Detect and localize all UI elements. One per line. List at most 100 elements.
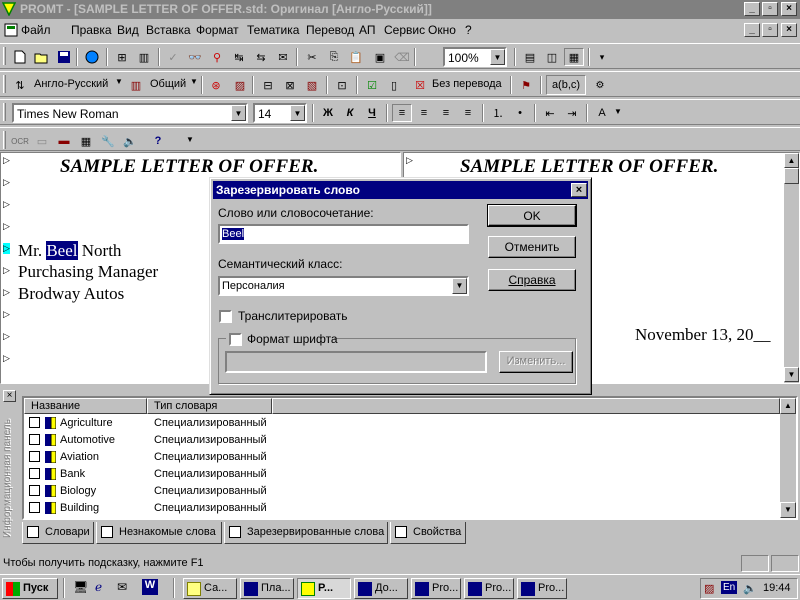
chevron-down-icon[interactable]: ▼ <box>614 107 622 116</box>
split-icon[interactable]: ▥ <box>134 48 154 66</box>
taskbar-item-promt[interactable]: P... <box>297 578 351 599</box>
ocr-button[interactable]: OCR <box>10 132 30 150</box>
menu-view[interactable]: Вид <box>117 23 139 37</box>
list-scrollbar[interactable]: ▲ ▼ <box>780 398 796 518</box>
menu-edit[interactable]: Правка <box>71 23 112 37</box>
dictionary-list[interactable]: Название Тип словаря Agriculture Специал… <box>22 396 798 520</box>
font-format-label[interactable]: Формат шрифта <box>247 332 338 346</box>
scan-icon[interactable]: ▭ <box>32 132 52 150</box>
semantic-class-select[interactable]: Персоналия ▼ <box>218 276 469 296</box>
transliterate-checkbox[interactable] <box>219 310 232 323</box>
tab-reserved-words[interactable]: Зарезервированные слова <box>224 522 388 544</box>
taskbar-item-word-2[interactable]: До... <box>354 578 408 599</box>
tab-properties[interactable]: Свойства <box>390 522 466 544</box>
chevron-down-icon[interactable]: ▼ <box>452 278 467 294</box>
quick-launch-desktop-icon[interactable]: 🖥 <box>73 580 88 594</box>
taskbar-item-word-4[interactable]: Pro... <box>464 578 514 599</box>
vertical-scrollbar[interactable]: ▲ ▼ <box>784 153 799 383</box>
bold-button[interactable]: Ж <box>318 104 338 122</box>
translate-settings-icon[interactable]: ⊛ <box>206 76 226 94</box>
translate-word-icon[interactable]: ⊡ <box>332 76 352 94</box>
dictionary-checkbox[interactable] <box>29 485 40 496</box>
scroll-up-icon[interactable]: ▲ <box>784 153 799 168</box>
paragraph-marker-active[interactable]: ▷ <box>3 243 10 254</box>
align-center-icon[interactable]: ≡ <box>414 104 434 122</box>
cancel-button[interactable]: Отменить <box>488 236 576 258</box>
paste-special-icon[interactable]: ▣ <box>370 48 390 66</box>
maximize-button[interactable]: ▫ <box>762 2 778 16</box>
help-button[interactable]: Справка <box>488 269 576 291</box>
paragraph-marker[interactable]: ▷ <box>3 353 10 364</box>
window-title-bar[interactable]: PROMT - [SAMPLE LETTER OF OFFER.std: Ори… <box>0 0 800 19</box>
dialog-title-bar[interactable]: Зарезервировать слово × <box>213 181 588 199</box>
dictionary-checkbox[interactable] <box>29 468 40 479</box>
ie-icon[interactable]: ℯ <box>95 580 102 594</box>
chevron-down-icon[interactable]: ▼ <box>186 135 194 144</box>
menu-translate[interactable]: Перевод <box>306 23 354 37</box>
paragraph-marker[interactable]: ▷ <box>3 265 10 276</box>
italic-button[interactable]: К <box>340 104 360 122</box>
column-header-name[interactable]: Название <box>24 398 147 414</box>
list-item[interactable]: Aviation Специализированный <box>24 449 780 466</box>
tray-app-icon[interactable]: ▨ <box>704 582 714 595</box>
dictionary-checkbox[interactable] <box>29 502 40 513</box>
layout-icon[interactable]: ⊞ <box>112 48 132 66</box>
toolbar-grip[interactable] <box>3 47 6 65</box>
menu-file[interactable]: Файл <box>21 23 51 37</box>
paragraph-marker[interactable]: ▷ <box>3 199 10 210</box>
paragraph-marker[interactable]: ▷ <box>3 177 10 188</box>
taskbar-item-folder[interactable]: Са... <box>183 578 237 599</box>
align-left-icon[interactable]: ≡ <box>392 104 412 122</box>
list-item[interactable]: Bank Специализированный <box>24 466 780 483</box>
close-icon[interactable]: × <box>571 183 587 197</box>
translate-paragraph-icon[interactable]: ⊠ <box>280 76 300 94</box>
calculator-icon[interactable]: ▦ <box>76 132 96 150</box>
bullet-list-icon[interactable]: • <box>510 104 530 122</box>
dictionary-icon[interactable]: ▨ <box>230 76 250 94</box>
underline-button[interactable]: Ч <box>362 104 382 122</box>
toolbar-options-icon[interactable]: ▾ <box>592 48 612 66</box>
chevron-down-icon[interactable]: ▼ <box>290 105 305 121</box>
paragraph-marker[interactable]: ▷ <box>3 221 10 232</box>
doc-close-button[interactable]: × <box>781 23 797 37</box>
align-right-icon[interactable]: ≡ <box>436 104 456 122</box>
whats-this-icon[interactable]: ? <box>148 132 168 150</box>
chevron-down-icon[interactable]: ▼ <box>490 49 505 65</box>
find-icon[interactable]: 👓 <box>185 48 205 66</box>
menu-insert[interactable]: Вставка <box>146 23 191 37</box>
outdent-icon[interactable]: ⇤ <box>540 104 560 122</box>
word-icon[interactable]: W <box>142 579 158 595</box>
font-color-icon[interactable]: A <box>592 104 612 122</box>
translate-sentence-icon[interactable]: ▧ <box>302 76 322 94</box>
close-button[interactable]: × <box>781 2 797 16</box>
start-button[interactable]: Пуск <box>2 578 58 599</box>
transliterate-label[interactable]: Транслитерировать <box>238 309 348 323</box>
view-both-icon[interactable]: ◫ <box>542 48 562 66</box>
taskbar-item-word-5[interactable]: Pro... <box>517 578 567 599</box>
list-item[interactable]: Automotive Специализированный <box>24 432 780 449</box>
font-size-select[interactable]: 14 ▼ <box>253 103 307 123</box>
scroll-up-icon[interactable]: ▲ <box>780 398 796 414</box>
change-font-button[interactable]: Изменить... <box>499 351 573 373</box>
taskbar-item-word-3[interactable]: Pro... <box>411 578 461 599</box>
view-source-icon[interactable]: ▤ <box>520 48 540 66</box>
menu-ap[interactable]: АП <box>359 23 376 37</box>
reserve-word-icon[interactable]: ⚑ <box>516 76 536 94</box>
paragraph-marker[interactable]: ▷ <box>406 155 413 166</box>
globe-icon[interactable] <box>82 48 102 66</box>
language-indicator[interactable]: En <box>721 581 738 594</box>
speaker-icon[interactable]: 🔈 <box>120 132 140 150</box>
paragraph-marker[interactable]: ▷ <box>3 309 10 320</box>
paragraph-marker[interactable]: ▷ <box>3 155 10 166</box>
page-icon[interactable]: ▯ <box>384 76 404 94</box>
doc-restore-button[interactable]: ▫ <box>762 23 778 37</box>
paste-icon[interactable]: 📋 <box>346 48 366 66</box>
clear-icon[interactable]: ⌫ <box>392 48 412 66</box>
list-item[interactable]: Building Специализированный <box>24 500 780 517</box>
direction-select[interactable]: Англо-Русский <box>34 78 108 90</box>
menu-format[interactable]: Формат <box>196 23 239 37</box>
dictionary-checkbox[interactable] <box>29 434 40 445</box>
dictionary-checkbox[interactable] <box>29 451 40 462</box>
font-name-select[interactable]: Times New Roman ▼ <box>12 103 248 123</box>
abc-toggle[interactable]: a(b,c) <box>546 75 586 95</box>
